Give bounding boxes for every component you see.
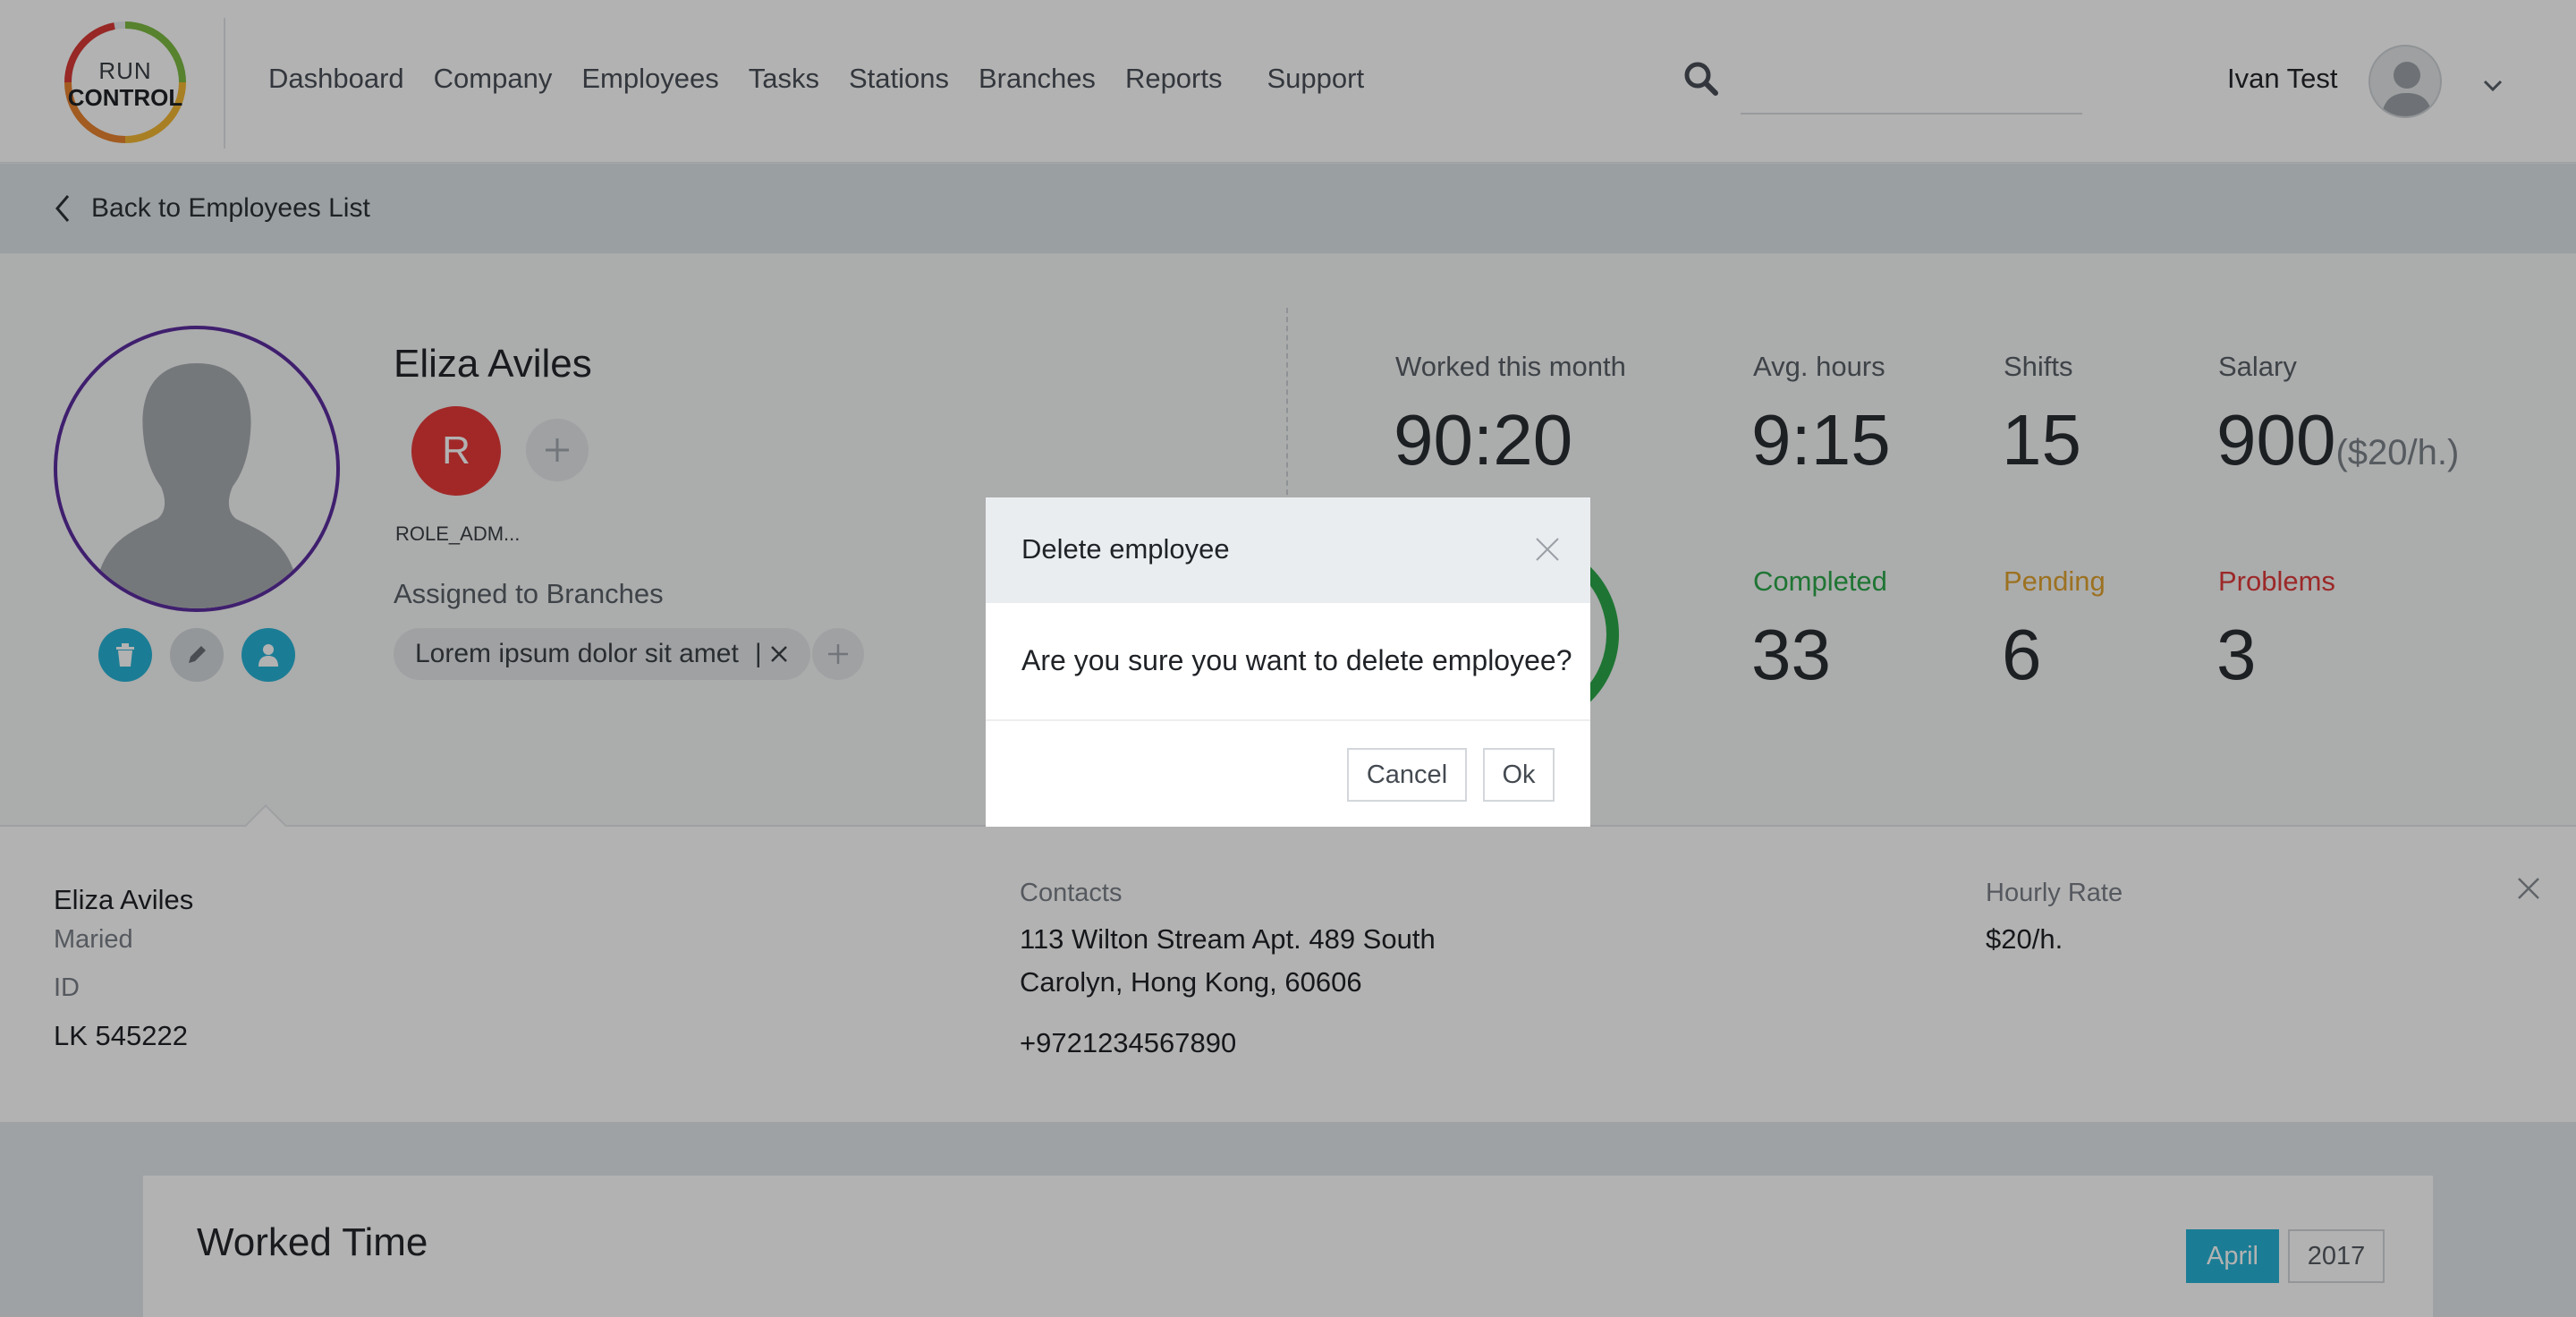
dialog-header: Delete employee [986,497,1590,603]
dialog-message: Are you sure you want to delete employee… [1021,644,1572,676]
delete-employee-dialog: Delete employee Are you sure you want to… [986,497,1590,827]
close-icon[interactable] [1533,535,1562,564]
cancel-button[interactable]: Cancel [1347,748,1467,802]
dialog-divider [986,719,1590,721]
dialog-title: Delete employee [1021,533,1230,565]
ok-button[interactable]: Ok [1483,748,1555,802]
